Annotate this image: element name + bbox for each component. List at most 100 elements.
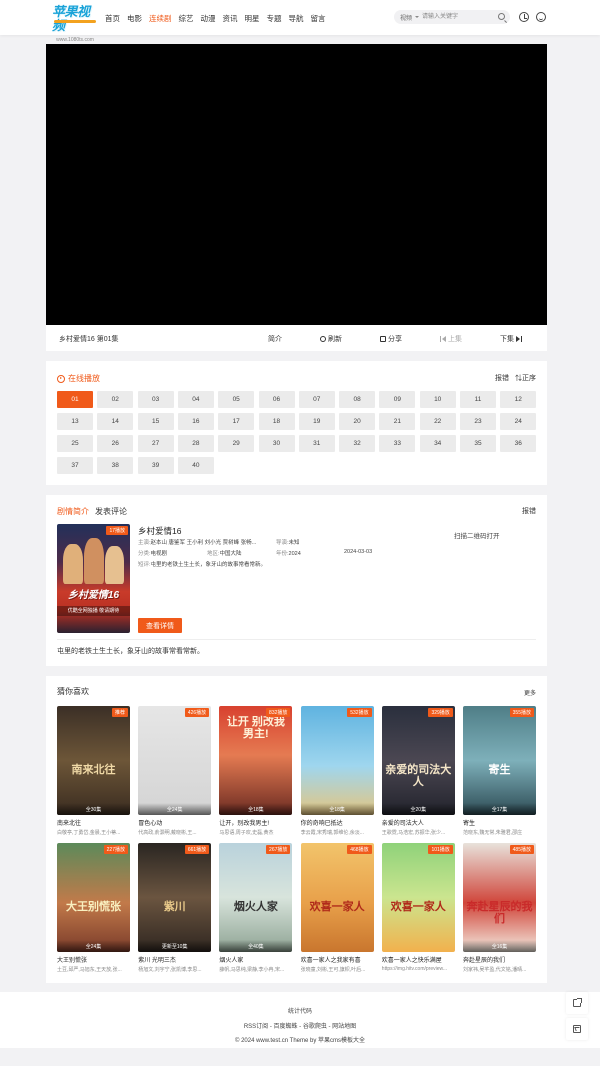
movie-card[interactable]: 欢喜一家人 101播放 欢喜一家人之快乐满屋 https://img.hitv.com… <box>381 843 455 972</box>
nav-item[interactable]: 综艺 <box>179 13 194 24</box>
episode-button[interactable]: 19 <box>298 413 335 430</box>
episode-button[interactable]: 12 <box>500 391 537 408</box>
episode-button[interactable]: 06 <box>258 391 295 408</box>
share-button[interactable]: 分享 <box>380 334 402 344</box>
search-icon[interactable] <box>498 13 505 20</box>
episode-button[interactable]: 16 <box>177 413 214 430</box>
movie-card[interactable]: 紫川 661播放 更新至10集 紫川 光明三杰 杨旭文,刘宇宁,张凯博,李思... <box>138 843 212 973</box>
episode-button[interactable]: 18 <box>258 413 295 430</box>
nav-item[interactable]: 留言 <box>311 13 326 24</box>
movie-poster[interactable]: 南来北往 推荐 全30集 <box>57 706 130 815</box>
episode-button[interactable]: 32 <box>339 435 376 452</box>
search-type-select[interactable]: 视频 <box>400 13 420 22</box>
nav-item[interactable]: 资讯 <box>223 13 238 24</box>
episode-button[interactable]: 17 <box>218 413 255 430</box>
episode-report-link[interactable]: 报错 <box>495 373 509 383</box>
movie-card[interactable]: 532播放 全18集 你的奇响已抵达 李云霞,宋秀瑞,郭维伦,余淡... <box>300 706 374 836</box>
main-poster[interactable]: 乡村爱情16 优酷全网独播 敬请期待 17播放 <box>57 524 130 633</box>
episode-button[interactable]: 28 <box>177 435 214 452</box>
episode-button[interactable]: 36 <box>500 435 537 452</box>
episode-button[interactable]: 34 <box>419 435 456 452</box>
episode-button[interactable]: 37 <box>57 457 93 474</box>
episode-button[interactable]: 29 <box>218 435 255 452</box>
episode-button[interactable]: 02 <box>97 391 134 408</box>
movie-poster[interactable]: 大王别慌张 227播放 全24集 <box>57 843 130 952</box>
episode-button[interactable]: 05 <box>218 391 255 408</box>
movie-title[interactable]: 烟火人家 <box>219 955 292 964</box>
episode-button[interactable]: 33 <box>379 435 416 452</box>
nav-item[interactable]: 首页 <box>105 13 120 24</box>
video-player[interactable] <box>46 44 547 325</box>
side-image-button[interactable] <box>566 1018 588 1040</box>
movie-poster[interactable]: 532播放 全18集 <box>300 706 374 815</box>
movie-title[interactable]: 大王别慌张 <box>57 955 130 964</box>
next-episode-button[interactable]: 下集 <box>500 334 522 344</box>
footer-links[interactable]: RSS订阅 - 百度蜘蛛 - 谷歌爬虫 - 网站地图 <box>0 1021 600 1030</box>
movie-title[interactable]: 紫川 光明三杰 <box>138 955 211 964</box>
nav-item[interactable]: 电影 <box>127 13 142 24</box>
episode-button[interactable]: 27 <box>137 435 174 452</box>
episode-button[interactable]: 23 <box>460 413 496 430</box>
side-share-button[interactable] <box>566 992 588 1014</box>
movie-card[interactable]: 烟火人家 267播放 全40集 烟火人家 薛帆,马思纯,梁静,李小冉,宋... <box>219 843 293 973</box>
movie-card[interactable]: 奔赴星辰的我们 485播放 全16集 奔赴星辰的我们 刘家祎,吴芊盈,代文铭,潘晴... <box>463 843 536 973</box>
movie-card[interactable]: 426播放 全24集 冒色心动 代高政,俞灏明,戴晓彬,王... <box>138 706 212 836</box>
episode-button[interactable]: 24 <box>500 413 537 430</box>
movie-poster[interactable]: 亲爱的司法大人 329播放 全20集 <box>381 706 455 815</box>
episode-button[interactable]: 08 <box>339 391 376 408</box>
episode-button[interactable]: 15 <box>137 413 174 430</box>
intro-button[interactable]: 简介 <box>268 334 282 344</box>
movie-title[interactable]: 南来北往 <box>57 818 130 827</box>
movie-poster[interactable]: 烟火人家 267播放 全40集 <box>219 843 293 952</box>
movie-title[interactable]: 冒色心动 <box>138 818 211 827</box>
episode-button[interactable]: 31 <box>298 435 335 452</box>
episode-button[interactable]: 03 <box>137 391 174 408</box>
movie-title[interactable]: 寄生 <box>463 818 536 827</box>
view-details-button[interactable]: 查看详情 <box>138 618 182 633</box>
episode-button[interactable]: 38 <box>97 457 134 474</box>
nav-item[interactable]: 动漫 <box>201 13 216 24</box>
movie-poster[interactable]: 寄生 355播放 全17集 <box>463 706 536 815</box>
movie-poster[interactable]: 欢喜一家人 101播放 <box>381 843 455 952</box>
user-icon[interactable] <box>536 12 546 22</box>
episode-button[interactable]: 13 <box>57 413 93 430</box>
episode-button[interactable]: 11 <box>460 391 496 408</box>
nav-item[interactable]: 明星 <box>245 13 260 24</box>
episode-order-toggle[interactable]: ⇅正序 <box>515 373 536 383</box>
episode-button[interactable]: 26 <box>97 435 134 452</box>
movie-poster[interactable]: 欢喜一家人 468播放 <box>300 843 374 952</box>
nav-item[interactable]: 专题 <box>267 13 282 24</box>
movie-poster[interactable]: 让开 别改我男主! 832播放 全18集 <box>219 706 293 815</box>
tab-intro[interactable]: 剧情简介 <box>57 506 89 517</box>
movie-title[interactable]: 你的奇响已抵达 <box>301 818 374 827</box>
episode-button[interactable]: 35 <box>460 435 496 452</box>
movie-card[interactable]: 寄生 355播放 全17集 寄生 范晓东,魏无常,朱雅君,邵庄 <box>463 706 536 836</box>
movie-poster[interactable]: 426播放 全24集 <box>138 706 212 815</box>
movie-title[interactable]: 欢喜一家人之我家有喜 <box>301 955 374 964</box>
episode-button[interactable]: 04 <box>177 391 214 408</box>
episode-button[interactable]: 20 <box>339 413 376 430</box>
refresh-button[interactable]: 刷新 <box>320 334 342 344</box>
movie-poster[interactable]: 紫川 661播放 更新至10集 <box>138 843 212 952</box>
episode-button[interactable]: 10 <box>419 391 456 408</box>
nav-item[interactable]: 导航 <box>289 13 304 24</box>
movie-card[interactable]: 让开 别改我男主! 832播放 全18集 让开，别改我男主! 马思语,周子欢,史磊,黄杰 <box>219 706 293 836</box>
movie-card[interactable]: 欢喜一家人 468播放 欢喜一家人之我家有喜 张晓童,刘彬,王可,旗帜,叶后... <box>300 843 374 973</box>
movie-title[interactable]: 让开，别改我男主! <box>219 818 292 827</box>
tab-comment[interactable]: 发表评论 <box>95 506 127 517</box>
prev-episode-button[interactable]: 上集 <box>440 334 462 344</box>
episode-button[interactable]: 07 <box>298 391 335 408</box>
site-logo[interactable]: 苹果视频 www.1080ts.com <box>52 6 98 43</box>
movie-card[interactable]: 大王别慌张 227播放 全24集 大王别慌张 土豆,邱严,马旭东,王天放,张... <box>57 843 130 973</box>
movie-card[interactable]: 南来北往 推荐 全30集 南来北往 白敬亭,丁勇岱,金晨,王小蒂... <box>57 706 130 836</box>
nav-item[interactable]: 连续剧 <box>149 13 172 24</box>
episode-button[interactable]: 09 <box>379 391 416 408</box>
history-icon[interactable] <box>519 12 529 22</box>
episode-button[interactable]: 25 <box>57 435 93 452</box>
episode-button[interactable]: 21 <box>379 413 416 430</box>
movie-poster[interactable]: 奔赴星辰的我们 485播放 全16集 <box>463 843 536 952</box>
episode-button[interactable]: 40 <box>177 457 214 474</box>
movie-title[interactable]: 亲爱的司法大人 <box>382 818 455 827</box>
search-input[interactable] <box>422 12 492 22</box>
intro-report-link[interactable]: 报错 <box>522 506 536 516</box>
